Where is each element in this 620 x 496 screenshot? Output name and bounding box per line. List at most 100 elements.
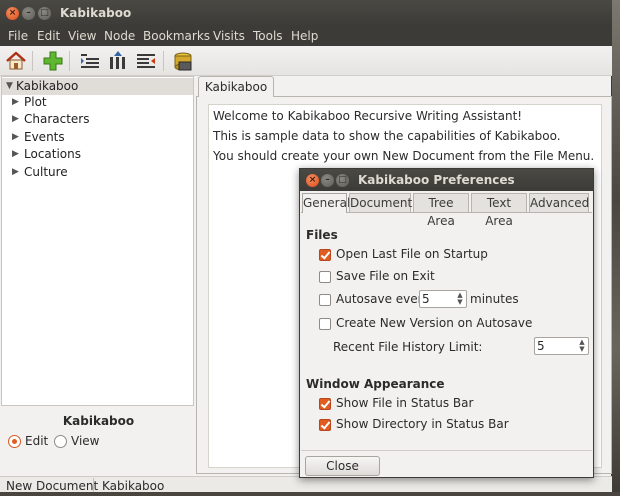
menu-edit[interactable]: Edit xyxy=(37,29,60,43)
history-limit-input[interactable] xyxy=(537,339,567,353)
tree-item-label: Kabikaboo xyxy=(16,79,79,93)
menu-help[interactable]: Help xyxy=(291,29,318,43)
document-line: You should create your own New Document … xyxy=(213,149,595,163)
dialog-footer-separator xyxy=(301,450,592,451)
tree-item-label: Events xyxy=(24,130,65,144)
minimize-window-button[interactable]: – xyxy=(22,7,35,20)
save-on-exit-checkbox[interactable] xyxy=(319,271,331,283)
preferences-dialog: × – □ Kabikaboo Preferences General Docu… xyxy=(299,168,594,478)
add-node-button[interactable] xyxy=(41,49,65,73)
tree-expander-icon[interactable]: ▶ xyxy=(12,164,19,181)
minimize-dialog-button[interactable]: – xyxy=(321,174,334,187)
spinner-arrows[interactable]: ▲ ▼ xyxy=(455,292,465,306)
move-up-icon xyxy=(110,51,125,69)
tree-item-label: Characters xyxy=(24,112,90,126)
tree-expander-icon[interactable]: ▶ xyxy=(12,111,19,128)
view-mode-radio[interactable] xyxy=(54,435,67,448)
tree-item-label: Locations xyxy=(24,147,82,161)
autosave-unit-label: minutes xyxy=(470,292,519,306)
tree-item-label: Culture xyxy=(24,165,68,179)
tree-item-root[interactable]: ▼ Kabikaboo xyxy=(2,78,193,95)
home-button[interactable] xyxy=(4,49,28,73)
open-last-file-label[interactable]: Open Last File on Startup xyxy=(336,247,488,261)
indent-icon xyxy=(81,54,99,68)
outdent-icon xyxy=(137,54,155,68)
files-section-title: Files xyxy=(306,228,338,242)
maximize-dialog-button[interactable]: □ xyxy=(336,174,349,187)
window-appearance-section-title: Window Appearance xyxy=(306,377,445,391)
autosave-minutes-input[interactable] xyxy=(422,292,452,306)
node-tree[interactable]: ▼ Kabikaboo ▶ Plot ▶ Characters ▶ Events… xyxy=(1,76,194,406)
show-file-checkbox[interactable] xyxy=(319,398,331,410)
tab-kabikaboo[interactable]: Kabikaboo xyxy=(198,76,274,97)
tree-item-plot[interactable]: ▶ Plot xyxy=(2,94,193,111)
minimize-icon: – xyxy=(325,175,330,185)
close-button[interactable]: Close xyxy=(305,456,380,476)
indent-button[interactable] xyxy=(78,49,102,73)
outdent-button[interactable] xyxy=(134,49,158,73)
show-file-label[interactable]: Show File in Status Bar xyxy=(336,396,473,410)
status-file: New Document xyxy=(6,479,99,493)
tree-item-characters[interactable]: ▶ Characters xyxy=(2,111,193,128)
document-line: Welcome to Kabikaboo Recursive Writing A… xyxy=(213,109,523,123)
spinner-down-icon[interactable]: ▼ xyxy=(577,346,587,353)
menu-bar: File Edit View Node Bookmarks Visits Too… xyxy=(0,26,612,46)
show-directory-label[interactable]: Show Directory in Status Bar xyxy=(336,417,509,431)
menu-bookmarks[interactable]: Bookmarks xyxy=(143,29,210,43)
tree-item-events[interactable]: ▶ Events xyxy=(2,129,193,146)
history-limit-spinner[interactable]: ▲ ▼ xyxy=(534,337,589,355)
show-directory-checkbox[interactable] xyxy=(319,419,331,431)
spinner-down-icon[interactable]: ▼ xyxy=(455,299,465,306)
tree-item-culture[interactable]: ▶ Culture xyxy=(2,164,193,181)
tab-advanced[interactable]: Advanced xyxy=(529,193,589,212)
tree-expander-icon[interactable]: ▶ xyxy=(12,94,19,111)
preferences-title: Kabikaboo Preferences xyxy=(358,173,515,187)
menu-node[interactable]: Node xyxy=(104,29,135,43)
title-bar[interactable]: × – □ Kabikaboo xyxy=(0,0,612,26)
tree-item-label: Plot xyxy=(24,95,47,109)
maximize-window-button[interactable]: □ xyxy=(38,7,51,20)
toolbar xyxy=(0,46,612,76)
open-last-file-checkbox[interactable] xyxy=(319,249,331,261)
close-icon: × xyxy=(8,8,17,18)
new-version-label[interactable]: Create New Version on Autosave xyxy=(336,316,532,330)
tab-text-area[interactable]: Text Area xyxy=(471,193,527,228)
tab-general[interactable]: General xyxy=(302,193,350,213)
move-up-button[interactable] xyxy=(106,49,130,73)
edit-mode-radio[interactable] xyxy=(8,435,21,448)
maximize-icon: □ xyxy=(338,175,347,185)
add-icon xyxy=(43,51,63,71)
minimize-icon: – xyxy=(26,8,31,18)
view-mode-label[interactable]: View xyxy=(71,434,99,448)
maximize-icon: □ xyxy=(40,8,49,18)
home-icon xyxy=(6,51,26,70)
tab-document[interactable]: Document xyxy=(349,193,412,212)
save-icon xyxy=(174,52,192,71)
spinner-arrows[interactable]: ▲ ▼ xyxy=(577,339,587,353)
save-on-exit-label[interactable]: Save File on Exit xyxy=(336,269,435,283)
tree-item-locations[interactable]: ▶ Locations xyxy=(2,146,193,163)
node-name-label: Kabikaboo xyxy=(62,414,135,428)
close-icon: × xyxy=(308,175,317,185)
autosave-label[interactable]: Autosave every xyxy=(336,292,430,306)
preferences-title-bar[interactable]: × – □ Kabikaboo Preferences xyxy=(300,169,593,191)
menu-file[interactable]: File xyxy=(8,29,28,43)
tree-expander-icon[interactable]: ▶ xyxy=(12,146,19,163)
tab-tree-area[interactable]: Tree Area xyxy=(413,193,469,228)
status-separator xyxy=(93,478,94,492)
menu-view[interactable]: View xyxy=(68,29,96,43)
menu-visits[interactable]: Visits xyxy=(213,29,245,43)
autosave-minutes-spinner[interactable]: ▲ ▼ xyxy=(419,290,467,308)
close-window-button[interactable]: × xyxy=(6,7,19,20)
toolbar-separator xyxy=(32,51,33,71)
new-version-checkbox[interactable] xyxy=(319,318,331,330)
autosave-checkbox[interactable] xyxy=(319,294,331,306)
edit-mode-label[interactable]: Edit xyxy=(25,434,48,448)
save-button[interactable] xyxy=(171,49,195,73)
tree-expander-icon[interactable]: ▼ xyxy=(6,78,13,95)
window-title: Kabikaboo xyxy=(60,6,132,20)
menu-tools[interactable]: Tools xyxy=(253,29,283,43)
history-limit-label: Recent File History Limit: xyxy=(333,340,483,354)
tree-expander-icon[interactable]: ▶ xyxy=(12,129,19,146)
close-dialog-button[interactable]: × xyxy=(306,174,319,187)
